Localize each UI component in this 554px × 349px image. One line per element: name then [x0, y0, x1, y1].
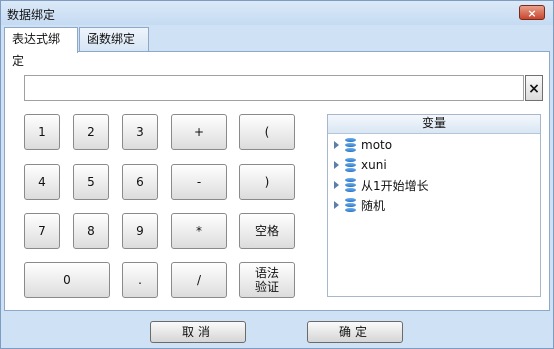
key-2[interactable]: 2 — [73, 114, 109, 150]
tab-expression-binding[interactable]: 表达式绑定 — [4, 27, 78, 68]
key-6[interactable]: 6 — [122, 164, 158, 200]
key-dot[interactable]: . — [122, 262, 158, 298]
tab-strip: 表达式绑定 函数绑定 — [1, 27, 553, 68]
tree-item-xuni[interactable]: xuni — [334, 156, 387, 174]
variable-tree: 变量 moto xuni 从1开始增长 随机 — [327, 114, 541, 297]
key-9[interactable]: 9 — [122, 213, 158, 249]
tree-item-increment-from-1[interactable]: 从1开始增长 — [334, 176, 429, 194]
dialog-window: 数据绑定 × 表达式绑定 函数绑定 × 1 2 3 + ( 4 5 6 - ) … — [0, 0, 554, 349]
database-icon — [345, 198, 356, 212]
clear-icon: × — [528, 81, 540, 97]
syntax-check-button[interactable]: 语法 验证 — [239, 262, 295, 298]
tree-item-label: moto — [361, 138, 393, 152]
title-bar[interactable]: 数据绑定 × — [1, 1, 553, 25]
variable-tree-header: 变量 — [328, 115, 540, 134]
key-5[interactable]: 5 — [73, 164, 109, 200]
expand-arrow-icon[interactable] — [334, 201, 339, 209]
database-icon — [345, 138, 356, 152]
database-icon — [345, 158, 356, 172]
tree-item-label: 随机 — [361, 198, 386, 213]
ok-button[interactable]: 确定 — [307, 321, 403, 343]
key-divide[interactable]: / — [171, 262, 227, 298]
key-space[interactable]: 空格 — [239, 213, 295, 249]
expand-arrow-icon[interactable] — [334, 161, 339, 169]
key-plus[interactable]: + — [171, 114, 227, 150]
key-7[interactable]: 7 — [24, 213, 60, 249]
close-button[interactable]: × — [519, 5, 545, 20]
clear-expression-button[interactable]: × — [525, 75, 543, 101]
key-multiply[interactable]: * — [171, 213, 227, 249]
expand-arrow-icon[interactable] — [334, 141, 339, 149]
expression-panel: × 1 2 3 + ( 4 5 6 - ) 7 8 9 * 空格 0 . / 语… — [4, 51, 550, 311]
database-icon — [345, 178, 356, 192]
key-right-paren[interactable]: ) — [239, 164, 295, 200]
tree-item-label: xuni — [361, 158, 387, 172]
tree-item-label: 从1开始增长 — [361, 178, 429, 193]
syntax-check-label-line2: 验证 — [254, 280, 279, 294]
tab-function-binding[interactable]: 函数绑定 — [79, 27, 149, 51]
expression-input[interactable] — [24, 75, 524, 101]
key-minus[interactable]: - — [171, 164, 227, 200]
key-4[interactable]: 4 — [24, 164, 60, 200]
key-1[interactable]: 1 — [24, 114, 60, 150]
expand-arrow-icon[interactable] — [334, 181, 339, 189]
key-8[interactable]: 8 — [73, 213, 109, 249]
key-3[interactable]: 3 — [122, 114, 158, 150]
cancel-button[interactable]: 取消 — [150, 321, 246, 343]
key-left-paren[interactable]: ( — [239, 114, 295, 150]
tree-item-moto[interactable]: moto — [334, 136, 392, 154]
close-icon: × — [527, 7, 537, 20]
syntax-check-label-line1: 语法 — [254, 266, 279, 280]
key-0[interactable]: 0 — [24, 262, 110, 298]
window-title: 数据绑定 — [7, 8, 56, 22]
tree-item-random[interactable]: 随机 — [334, 196, 385, 214]
